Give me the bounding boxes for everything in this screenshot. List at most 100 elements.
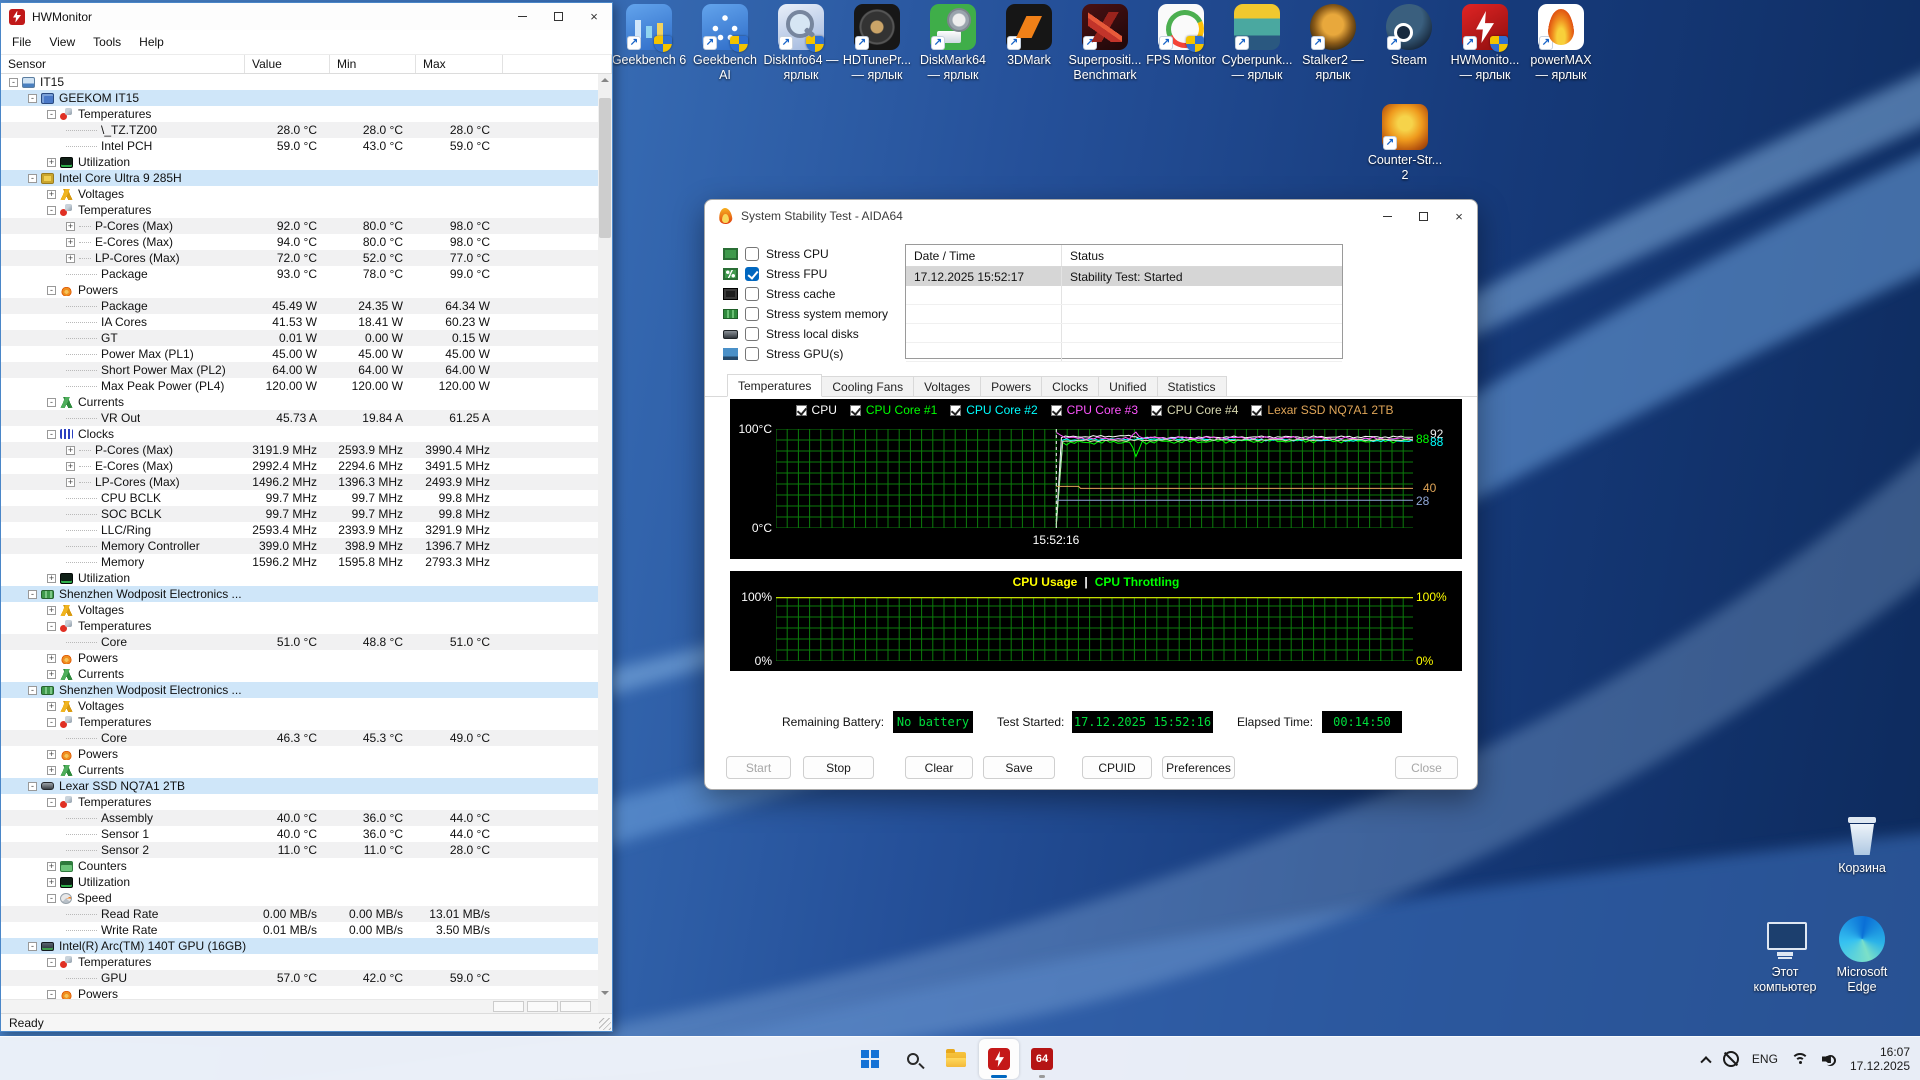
sensor-device-row[interactable]: - Shenzhen Wodposit Electronics ... (1, 682, 600, 698)
sensor-row[interactable]: Package 93.0 °C 78.0 °C 99.0 °C (1, 266, 600, 282)
menu-help[interactable]: Help (130, 32, 173, 52)
desktop-icon-mark3d[interactable]: ↗ 3DMark (991, 4, 1067, 68)
collapse-toggle-icon[interactable]: - (28, 781, 37, 791)
legend-checkbox[interactable] (795, 404, 807, 416)
desktop-icon-fps[interactable]: ↗ FPS Monitor (1143, 4, 1219, 68)
legend-checkbox[interactable] (950, 404, 962, 416)
sensor-device-row[interactable]: - Intel(R) Arc(TM) 140T GPU (16GB) (1, 938, 600, 954)
tab-unified[interactable]: Unified (1099, 376, 1158, 397)
sensor-row[interactable]: Memory Controller 399.0 MHz 398.9 MHz 1396.… (1, 538, 600, 554)
desktop-icon-cs2[interactable]: ↗ Counter-Str... 2 (1367, 104, 1443, 183)
tab-statistics[interactable]: Statistics (1157, 376, 1227, 397)
minimize-button[interactable] (1369, 200, 1405, 232)
collapse-toggle-icon[interactable]: - (47, 621, 56, 631)
taskbar-aida64-icon[interactable]: 64 (1022, 1039, 1062, 1079)
sensor-row[interactable]: Max Peak Power (PL4) 120.00 W 120.00 W 120.… (1, 378, 600, 394)
tab-temperatures[interactable]: Temperatures (727, 374, 823, 397)
expand-toggle-icon[interactable]: + (47, 765, 56, 775)
stress-option-gpu[interactable]: Stress GPU(s) (723, 344, 843, 364)
legend-checkbox[interactable] (1151, 404, 1163, 416)
sensor-row[interactable]: LLC/Ring 2593.4 MHz 2393.9 MHz 3291.9 MHz (1, 522, 600, 538)
desktop-icon-thispc[interactable]: Этот компьютер (1747, 916, 1823, 995)
log-col-status[interactable]: Status (1062, 249, 1342, 263)
expand-toggle-icon[interactable]: + (47, 861, 56, 871)
sensor-row[interactable]: + P-Cores (Max) 3191.9 MHz 2593.9 MHz 3990.4… (1, 442, 600, 458)
sensor-row[interactable]: Assembly 40.0 °C 36.0 °C 44.0 °C (1, 810, 600, 826)
maximize-button[interactable] (540, 3, 576, 30)
collapse-toggle-icon[interactable]: - (47, 429, 56, 439)
stress-option-mem[interactable]: Stress system memory (723, 304, 888, 324)
sensor-row[interactable]: GT 0.01 W 0.00 W 0.15 W (1, 330, 600, 346)
sensor-row[interactable]: + Voltages (1, 698, 600, 714)
column-header-sensor[interactable]: Sensor (1, 55, 245, 73)
desktop-icon-edge[interactable]: Microsoft Edge (1824, 916, 1900, 995)
taskbar-explorer-icon[interactable] (936, 1039, 976, 1079)
sensor-row[interactable]: GPU 57.0 °C 42.0 °C 59.0 °C (1, 970, 600, 986)
menu-tools[interactable]: Tools (84, 32, 130, 52)
stop-button[interactable]: Stop (803, 756, 874, 779)
hwmonitor-titlebar[interactable]: HWMonitor × (1, 3, 612, 30)
sensor-row[interactable]: Write Rate 0.01 MB/s 0.00 MB/s 3.50 MB/s (1, 922, 600, 938)
cpuid-button[interactable]: CPUID (1082, 756, 1152, 779)
sensor-row[interactable]: - Temperatures (1, 618, 600, 634)
legend-checkbox[interactable] (849, 404, 861, 416)
desktop-icon-recycle[interactable]: Корзина (1824, 812, 1900, 876)
checkbox-cpu[interactable] (745, 247, 759, 261)
sensor-row[interactable]: + Utilization (1, 154, 600, 170)
collapse-toggle-icon[interactable]: - (47, 717, 56, 727)
collapse-toggle-icon[interactable]: - (28, 173, 37, 183)
maximize-button[interactable] (1405, 200, 1441, 232)
sensor-row[interactable]: Memory 1596.2 MHz 1595.8 MHz 2793.3 MHz (1, 554, 600, 570)
taskbar-hwmonitor-icon[interactable] (979, 1039, 1019, 1079)
expand-toggle-icon[interactable]: + (47, 605, 56, 615)
collapse-toggle-icon[interactable]: - (28, 685, 37, 695)
expand-toggle-icon[interactable]: + (47, 877, 56, 887)
expand-toggle-icon[interactable]: + (47, 669, 56, 679)
preferences-button[interactable]: Preferences (1162, 756, 1235, 779)
column-header-max[interactable]: Max (416, 55, 503, 73)
sensor-row[interactable]: + Currents (1, 666, 600, 682)
tab-clocks[interactable]: Clocks (1042, 376, 1100, 397)
sensor-row[interactable]: Core 51.0 °C 48.8 °C 51.0 °C (1, 634, 600, 650)
collapse-toggle-icon[interactable]: - (28, 93, 37, 103)
sensor-row[interactable]: Power Max (PL1) 45.00 W 45.00 W 45.00 W (1, 346, 600, 362)
collapse-toggle-icon[interactable]: - (47, 893, 56, 903)
collapse-toggle-icon[interactable]: - (47, 957, 56, 967)
sensor-row[interactable]: + LP-Cores (Max) 72.0 °C 52.0 °C 77.0 °C (1, 250, 600, 266)
sensor-row[interactable]: VR Out 45.73 A 19.84 A 61.25 A (1, 410, 600, 426)
stress-option-cpu[interactable]: Stress CPU (723, 244, 829, 264)
menu-file[interactable]: File (3, 32, 40, 52)
sensor-row[interactable]: + P-Cores (Max) 92.0 °C 80.0 °C 98.0 °C (1, 218, 600, 234)
expand-toggle-icon[interactable]: + (47, 653, 56, 663)
scroll-down-icon[interactable] (601, 991, 609, 995)
sensor-device-row[interactable]: - GEEKOM IT15 (1, 90, 600, 106)
sensor-device-row[interactable]: - Lexar SSD NQ7A1 2TB (1, 778, 600, 794)
checkbox-gpu[interactable] (745, 347, 759, 361)
checkbox-fpu[interactable] (745, 267, 759, 281)
collapse-toggle-icon[interactable]: - (28, 941, 37, 951)
stress-option-cache[interactable]: Stress cache (723, 284, 835, 304)
sensor-row[interactable]: Package 45.49 W 24.35 W 64.34 W (1, 298, 600, 314)
minimize-button[interactable] (504, 3, 540, 30)
menu-view[interactable]: View (40, 32, 84, 52)
stress-option-disk[interactable]: Stress local disks (723, 324, 859, 344)
horizontal-scrollbar[interactable] (1, 999, 598, 1013)
sensor-row[interactable]: + Powers (1, 650, 600, 666)
sensor-row[interactable]: + Currents (1, 762, 600, 778)
expand-toggle-icon[interactable]: + (66, 253, 75, 263)
wifi-icon[interactable] (1790, 1052, 1809, 1066)
collapse-toggle-icon[interactable]: - (47, 109, 56, 119)
collapse-toggle-icon[interactable]: - (47, 205, 56, 215)
sensor-row[interactable]: \_TZ.TZ00 28.0 °C 28.0 °C 28.0 °C (1, 122, 600, 138)
sensor-row[interactable]: IA Cores 41.53 W 18.41 W 60.23 W (1, 314, 600, 330)
sensor-row[interactable]: Read Rate 0.00 MB/s 0.00 MB/s 13.01 MB/s (1, 906, 600, 922)
log-col-datetime[interactable]: Date / Time (906, 245, 1062, 266)
sensor-row[interactable]: + Utilization (1, 874, 600, 890)
expand-toggle-icon[interactable]: + (47, 573, 56, 583)
legend-checkbox[interactable] (1251, 404, 1263, 416)
expand-toggle-icon[interactable]: + (47, 749, 56, 759)
aida64-titlebar[interactable]: System Stability Test - AIDA64 × (705, 200, 1477, 232)
stress-option-fpu[interactable]: Stress FPU (723, 264, 827, 284)
desktop-icon-gbai[interactable]: ↗ Geekbench AI (687, 4, 763, 83)
close-button[interactable]: × (1441, 200, 1477, 232)
